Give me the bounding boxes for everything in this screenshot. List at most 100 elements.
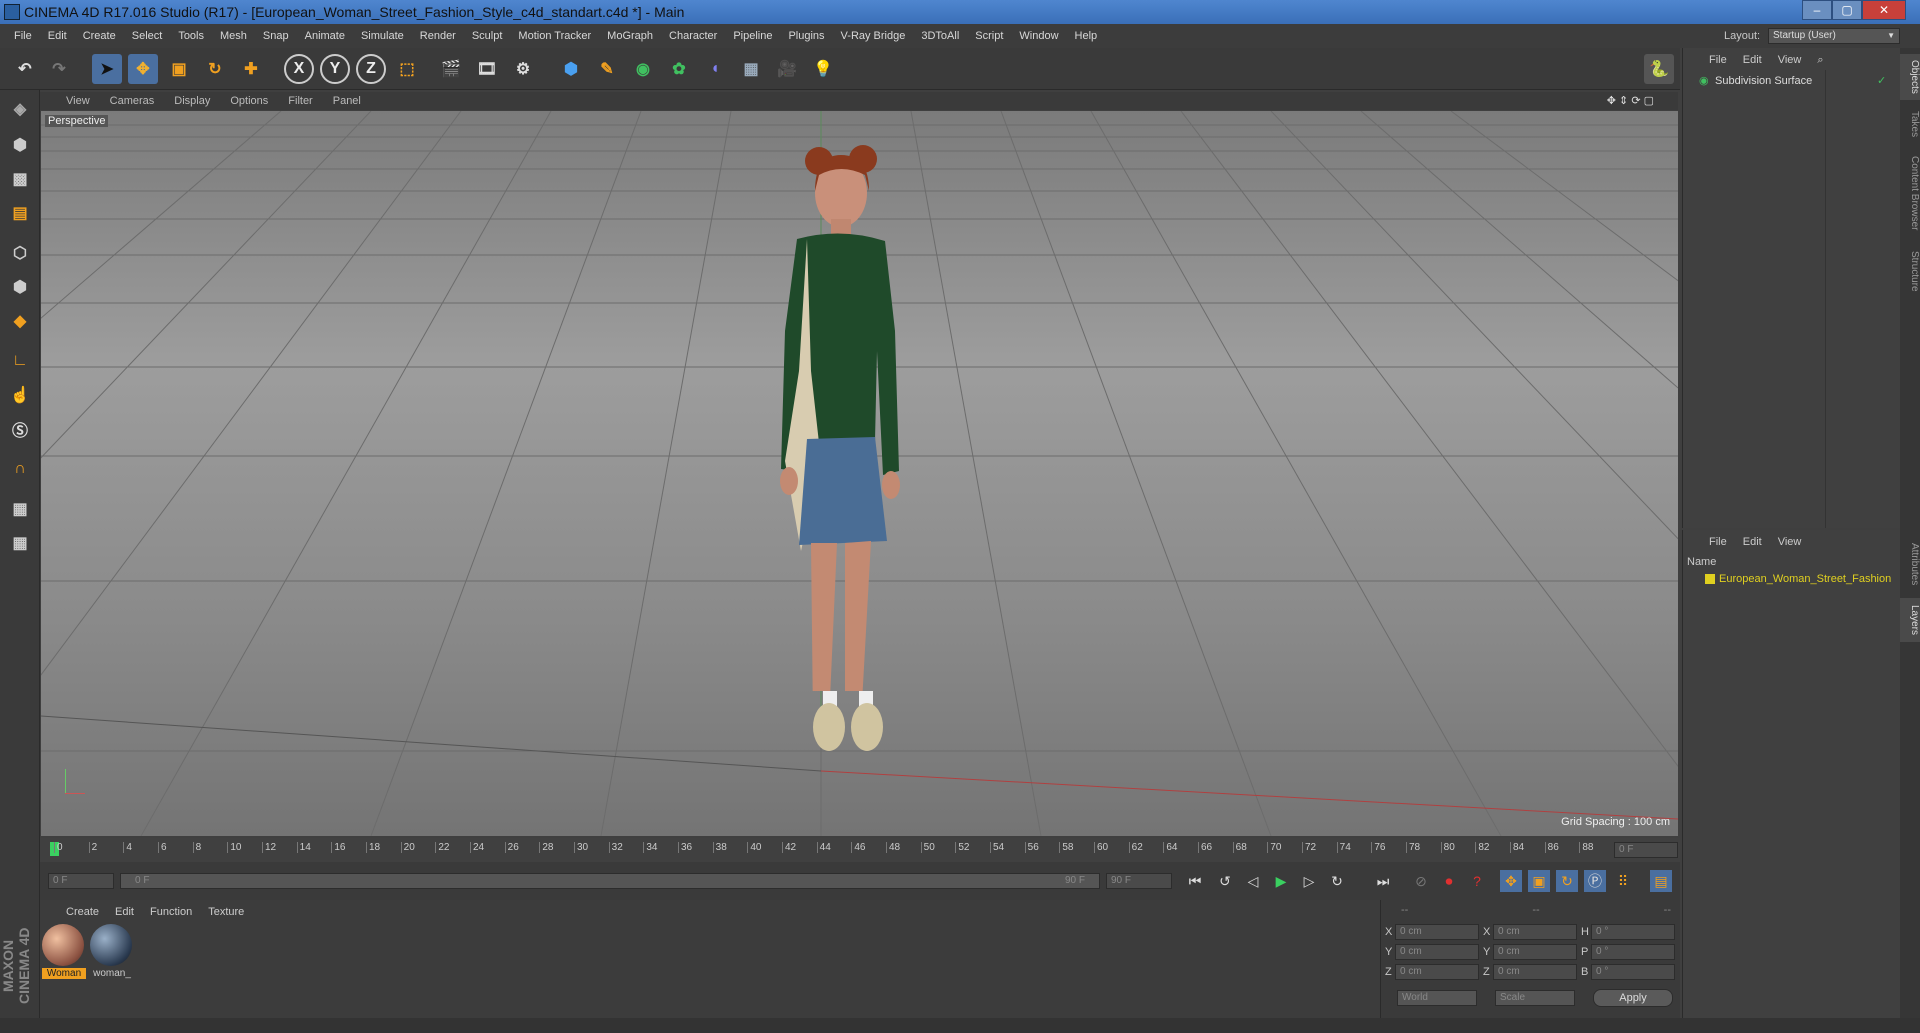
tab-objects[interactable]: Objects (1900, 54, 1920, 100)
key-scale-icon[interactable]: ▣ (1528, 870, 1550, 892)
timeline-window-icon[interactable]: ▤ (1650, 870, 1672, 892)
minimize-button[interactable]: – (1802, 0, 1832, 20)
subdivision-icon[interactable]: ◉ (628, 54, 658, 84)
end-frame-field[interactable]: 90 F (1106, 873, 1172, 889)
pen-spline-icon[interactable]: ✎ (592, 54, 622, 84)
key-rotation-icon[interactable]: ↻ (1556, 870, 1578, 892)
coordinate-system-icon[interactable]: ⬚ (392, 54, 422, 84)
y-axis-icon[interactable]: Y (320, 54, 350, 84)
menu-render[interactable]: Render (412, 30, 464, 42)
rotation-p-field[interactable]: 0 ° (1591, 944, 1675, 960)
motion-record-icon[interactable]: ⊘ (1410, 870, 1432, 892)
render-view-icon[interactable]: 🎬 (436, 54, 466, 84)
previous-frame-icon[interactable]: ◁ (1242, 870, 1264, 892)
viewport-menu-display[interactable]: Display (174, 95, 210, 107)
polygons-mode-icon[interactable]: ◆ (4, 306, 36, 336)
menu-help[interactable]: Help (1067, 30, 1106, 42)
texture-mode-icon[interactable]: ▩ (4, 164, 36, 194)
python-icon[interactable]: 🐍 (1644, 54, 1674, 84)
perspective-viewport[interactable]: Perspective Grid Spacing : 100 cm (41, 111, 1678, 836)
menu-snap[interactable]: Snap (255, 30, 297, 42)
menu-pipeline[interactable]: Pipeline (725, 30, 780, 42)
tab-layers[interactable]: Layers (1900, 598, 1920, 642)
material-woman[interactable]: Woman (42, 924, 86, 982)
key-position-icon[interactable]: ✥ (1500, 870, 1522, 892)
viewport-menu-view[interactable]: View (66, 95, 90, 107)
menu-animate[interactable]: Animate (297, 30, 353, 42)
lock-workplane-icon[interactable]: ▦ (4, 494, 36, 524)
layer-menu-file[interactable]: File (1709, 536, 1727, 548)
size-y-field[interactable]: 0 cm (1493, 944, 1577, 960)
size-z-field[interactable]: 0 cm (1493, 964, 1577, 980)
planar-workplane-icon[interactable]: ▦ (4, 528, 36, 558)
rotate-icon[interactable]: ↻ (200, 54, 230, 84)
play-icon[interactable]: ▶ (1270, 870, 1292, 892)
rotation-h-field[interactable]: 0 ° (1591, 924, 1675, 940)
woman-model[interactable] (711, 131, 971, 691)
position-z-field[interactable]: 0 cm (1395, 964, 1479, 980)
size-x-field[interactable]: 0 cm (1493, 924, 1577, 940)
close-button[interactable]: ✕ (1862, 0, 1906, 20)
object-menu-edit[interactable]: Edit (1743, 54, 1762, 66)
move-icon[interactable]: ✥ (128, 54, 158, 84)
key-pla-icon[interactable]: ⠿ (1612, 870, 1634, 892)
current-frame-field[interactable]: 0 F (1614, 842, 1678, 858)
material-woman-2[interactable]: woman_ (90, 924, 134, 982)
maximize-button[interactable]: ▢ (1832, 0, 1862, 20)
previous-key-icon[interactable]: ↺ (1214, 870, 1236, 892)
start-frame-field[interactable]: 0 F (48, 873, 114, 889)
menu-motion-tracker[interactable]: Motion Tracker (510, 30, 599, 42)
render-picture-viewer-icon[interactable]: 🎞 (472, 54, 502, 84)
edges-mode-icon[interactable]: ⬢ (4, 272, 36, 302)
array-icon[interactable]: ✿ (664, 54, 694, 84)
workplane-icon[interactable]: ▤ (4, 198, 36, 228)
render-settings-icon[interactable]: ⚙ (508, 54, 538, 84)
select-pointer-icon[interactable]: ➤ (92, 54, 122, 84)
viewport-nav-icons[interactable]: ✥ ⇕ ⟳ ▢ (1607, 94, 1654, 107)
menu-tools[interactable]: Tools (170, 30, 212, 42)
menu-mesh[interactable]: Mesh (212, 30, 255, 42)
layer-menu-edit[interactable]: Edit (1743, 536, 1762, 548)
deformer-icon[interactable]: ◖ (700, 54, 730, 84)
menu-create[interactable]: Create (75, 30, 124, 42)
tab-attributes[interactable]: Attributes (1900, 534, 1920, 594)
x-axis-icon[interactable]: X (284, 54, 314, 84)
menu-character[interactable]: Character (661, 30, 725, 42)
menu-script[interactable]: Script (967, 30, 1011, 42)
go-to-start-icon[interactable]: ⏮ (1184, 870, 1206, 892)
layout-select[interactable]: Startup (User) ▼ (1768, 28, 1900, 44)
menu-simulate[interactable]: Simulate (353, 30, 412, 42)
record-keys-icon[interactable]: ⏺ (1438, 870, 1460, 892)
menu-plugins[interactable]: Plugins (780, 30, 832, 42)
z-axis-icon[interactable]: Z (356, 54, 386, 84)
points-mode-icon[interactable]: ⬡ (4, 238, 36, 268)
transform-icon[interactable]: ✚ (236, 54, 266, 84)
viewport-menu-options[interactable]: Options (230, 95, 268, 107)
layer-menu-view[interactable]: View (1778, 536, 1802, 548)
go-to-end-icon[interactable]: ⏭ (1372, 870, 1394, 892)
cube-icon[interactable]: ⬢ (556, 54, 586, 84)
menu-file[interactable]: File (6, 30, 40, 42)
range-slider[interactable]: 0 F 90 F (120, 873, 1100, 889)
autokey-icon[interactable]: ? (1466, 870, 1488, 892)
layer-row[interactable]: European_Woman_Street_Fashion (1687, 572, 1899, 588)
material-menu-function[interactable]: Function (150, 906, 192, 918)
timeline-ruler[interactable]: 0 2 4 6 8 10 12 14 16 18 20 22 24 26 28 30 32 34 36 38 40 42 4… (40, 838, 1680, 862)
object-row[interactable]: ◉ Subdivision Surface ✓ (1687, 74, 1897, 90)
position-x-field[interactable]: 0 cm (1395, 924, 1479, 940)
key-parameter-icon[interactable]: Ⓟ (1584, 870, 1606, 892)
light-icon[interactable]: 💡 (808, 54, 838, 84)
next-frame-icon[interactable]: ▷ (1298, 870, 1320, 892)
viewport-menu-cameras[interactable]: Cameras (110, 95, 155, 107)
menu-3dtoall[interactable]: 3DToAll (913, 30, 967, 42)
position-y-field[interactable]: 0 cm (1395, 944, 1479, 960)
menu-edit[interactable]: Edit (40, 30, 75, 42)
undo-icon[interactable]: ↶ (10, 54, 40, 84)
object-mode-icon[interactable]: ⬢ (4, 130, 36, 160)
coord-mode-select[interactable]: World (1397, 990, 1477, 1006)
viewport-menu-panel[interactable]: Panel (333, 95, 361, 107)
menu-vray-bridge[interactable]: V-Ray Bridge (833, 30, 914, 42)
model-mode-icon[interactable]: ◈ (4, 94, 36, 124)
axis-icon[interactable]: ∟ (4, 346, 36, 376)
magnet-icon[interactable]: ∩ (4, 454, 36, 484)
